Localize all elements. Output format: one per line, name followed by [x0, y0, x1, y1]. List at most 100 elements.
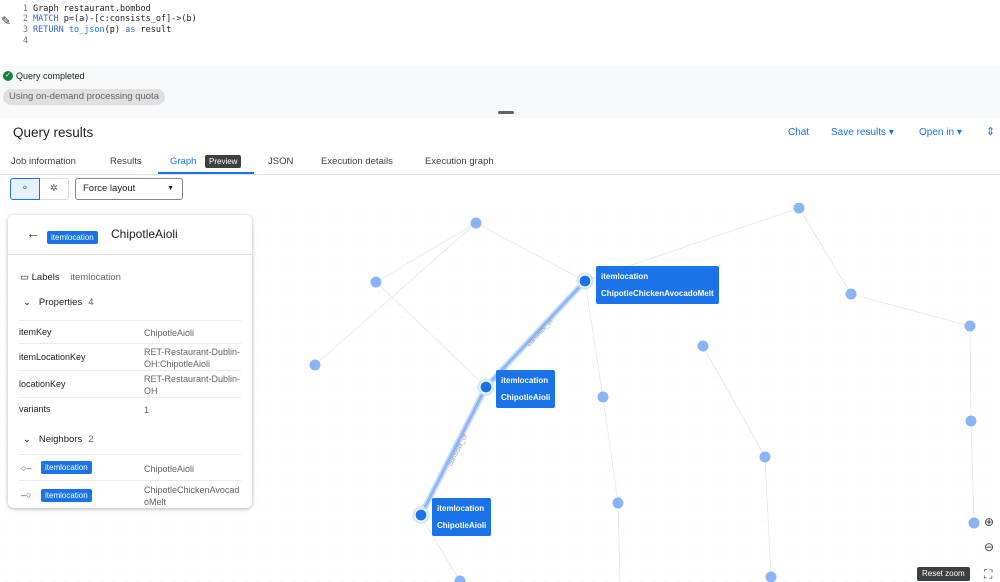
- graph-node[interactable]: [370, 276, 382, 288]
- graph-node[interactable]: [454, 575, 466, 582]
- neighbors-section-toggle[interactable]: ⌄ Neighbors 2: [23, 434, 94, 445]
- graph-node[interactable]: [765, 571, 777, 582]
- chevron-down-icon: ⌄: [23, 434, 31, 445]
- chat-button[interactable]: Chat: [788, 127, 809, 138]
- property-value: ChipotleAioli: [144, 328, 195, 338]
- graph-edge[interactable]: [375, 222, 477, 283]
- code-line[interactable]: 4: [14, 36, 33, 47]
- neighbor-chip: itemlocation: [41, 461, 92, 474]
- edge-label: consists_of: [526, 318, 555, 348]
- tab-job-information[interactable]: Job information: [11, 156, 76, 167]
- property-row: itemLocationKey RET-Restaurant-Dublin-OH…: [19, 343, 241, 370]
- labels-title: Labels: [31, 272, 60, 283]
- node-label[interactable]: itemlocation ChipotleAioli: [496, 370, 556, 408]
- graph-node[interactable]: [759, 451, 771, 463]
- caret-down-icon: ▼: [167, 185, 174, 192]
- graph-edge[interactable]: [798, 207, 852, 295]
- tab-graph[interactable]: Graph: [170, 156, 196, 167]
- code-token: MATCH: [33, 14, 64, 24]
- line-number: 3: [22, 25, 28, 35]
- property-key: itemLocationKey: [19, 352, 86, 362]
- graph-node[interactable]: [964, 320, 976, 332]
- graph-node[interactable]: [612, 497, 624, 509]
- graph-edge[interactable]: [702, 345, 766, 458]
- label-chip: itemlocation: [47, 231, 98, 244]
- property-row: itemKey ChipotleAioli: [19, 320, 241, 343]
- neighbor-value: ChipotleChickenAvocadoMelt: [144, 485, 240, 507]
- layout-select[interactable]: Force layout ▼: [75, 178, 183, 200]
- property-row: locationKey RET-Restaurant-Dublin-OH: [19, 370, 241, 397]
- graph-node[interactable]: [697, 340, 709, 352]
- property-key: locationKey: [19, 379, 66, 389]
- zoom-in-icon[interactable]: ⊕: [984, 515, 994, 529]
- graph-node[interactable]: [968, 517, 980, 529]
- graph-node[interactable]: [965, 415, 977, 427]
- code-line[interactable]: 2 MATCH p=(a)-[c:consists_of]->(b): [14, 14, 197, 25]
- graph-canvas[interactable]: consists_of consists_of itemlocation Chip…: [0, 203, 1000, 582]
- graph-node-icon: ⚬: [20, 183, 30, 194]
- code-line[interactable]: 3 RETURN to_json(p) as result: [14, 25, 171, 36]
- selected-graph-node[interactable]: [414, 508, 428, 522]
- property-value: 1: [144, 405, 150, 415]
- back-arrow-icon[interactable]: ←: [26, 225, 40, 241]
- properties-title: Properties: [38, 297, 83, 308]
- graph-edge[interactable]: [375, 281, 487, 388]
- graph-edge[interactable]: [850, 293, 971, 327]
- code-token: Graph restaurant.bombod: [33, 4, 151, 14]
- labels-row: ▭ Labels itemlocation: [20, 272, 121, 283]
- tab-execution-graph[interactable]: Execution graph: [425, 156, 494, 167]
- property-key: itemKey: [19, 327, 52, 337]
- graph-node[interactable]: [845, 288, 857, 300]
- resize-handle[interactable]: [498, 111, 514, 114]
- query-editor[interactable]: ✎ 1 Graph restaurant.bombod 2 MATCH p=(a)-[…: [0, 0, 1000, 66]
- zoom-out-icon[interactable]: ⊖: [984, 540, 994, 554]
- graph-edge[interactable]: [475, 222, 586, 282]
- caret-down-icon: ▾: [956, 127, 962, 138]
- code-token: p=(a)-[c:consists_of]->(b): [63, 14, 197, 24]
- node-label[interactable]: itemlocation ChipotleChickenAvocadoMelt: [596, 266, 719, 304]
- selected-graph-node[interactable]: [578, 274, 592, 288]
- labels-value: itemlocation: [70, 272, 121, 283]
- panel-header: ← itemlocation ChipotleAioli: [8, 215, 252, 255]
- node-name: ChipotleAioli: [437, 521, 487, 530]
- reset-zoom-icon[interactable]: ⛶: [984, 567, 992, 582]
- property-value: RET-Restaurant-Dublin-OH:ChipotleAioli: [144, 347, 241, 369]
- graph-node[interactable]: [597, 391, 609, 403]
- neighbor-row[interactable]: –○ itemlocation ChipotleChickenAvocadoMe…: [19, 480, 241, 508]
- expand-icon[interactable]: ⇕: [986, 125, 995, 138]
- line-number: 2: [22, 14, 28, 24]
- node-type: itemlocation: [601, 272, 649, 281]
- tab-execution-details[interactable]: Execution details: [321, 156, 393, 167]
- graph-edge[interactable]: [617, 502, 621, 582]
- outgoing-edge-icon: ○–: [21, 463, 32, 473]
- code-token: RETURN: [33, 25, 69, 35]
- chevron-down-icon: ⌄: [23, 297, 31, 308]
- node-label[interactable]: itemlocation ChipotleAioli: [432, 498, 492, 536]
- neighbor-row[interactable]: ○– itemlocation ChipotleAioli: [19, 454, 241, 480]
- properties-count: 4: [88, 297, 94, 308]
- graph-edge[interactable]: [970, 420, 975, 524]
- property-key: variants: [19, 404, 51, 414]
- properties-section-toggle[interactable]: ⌄ Properties 4: [23, 297, 94, 308]
- save-results-button[interactable]: Save results ▾: [831, 127, 894, 138]
- graph-view-button[interactable]: ⚬: [10, 178, 40, 200]
- graph-edge[interactable]: [314, 222, 477, 366]
- panel-title: ChipotleAioli: [111, 227, 178, 241]
- selected-graph-node[interactable]: [479, 380, 493, 394]
- open-in-button[interactable]: Open in ▾: [919, 127, 962, 138]
- graph-edge[interactable]: [764, 456, 772, 578]
- tab-results[interactable]: Results: [110, 156, 142, 167]
- graph-node[interactable]: [309, 359, 321, 371]
- code-token: result: [140, 25, 172, 35]
- graph-edge[interactable]: [602, 396, 619, 504]
- neighbors-title: Neighbors: [38, 434, 83, 445]
- check-circle-icon: ✓: [3, 71, 13, 81]
- neighbors-count: 2: [88, 434, 94, 445]
- property-value: RET-Restaurant-Dublin-OH: [144, 374, 241, 396]
- tab-json[interactable]: JSON: [268, 156, 293, 167]
- schema-view-button[interactable]: ✲: [40, 178, 69, 200]
- graph-node[interactable]: [793, 203, 805, 214]
- code-token: (p): [104, 25, 126, 35]
- graph-edge[interactable]: [969, 325, 972, 422]
- graph-node[interactable]: [470, 217, 482, 229]
